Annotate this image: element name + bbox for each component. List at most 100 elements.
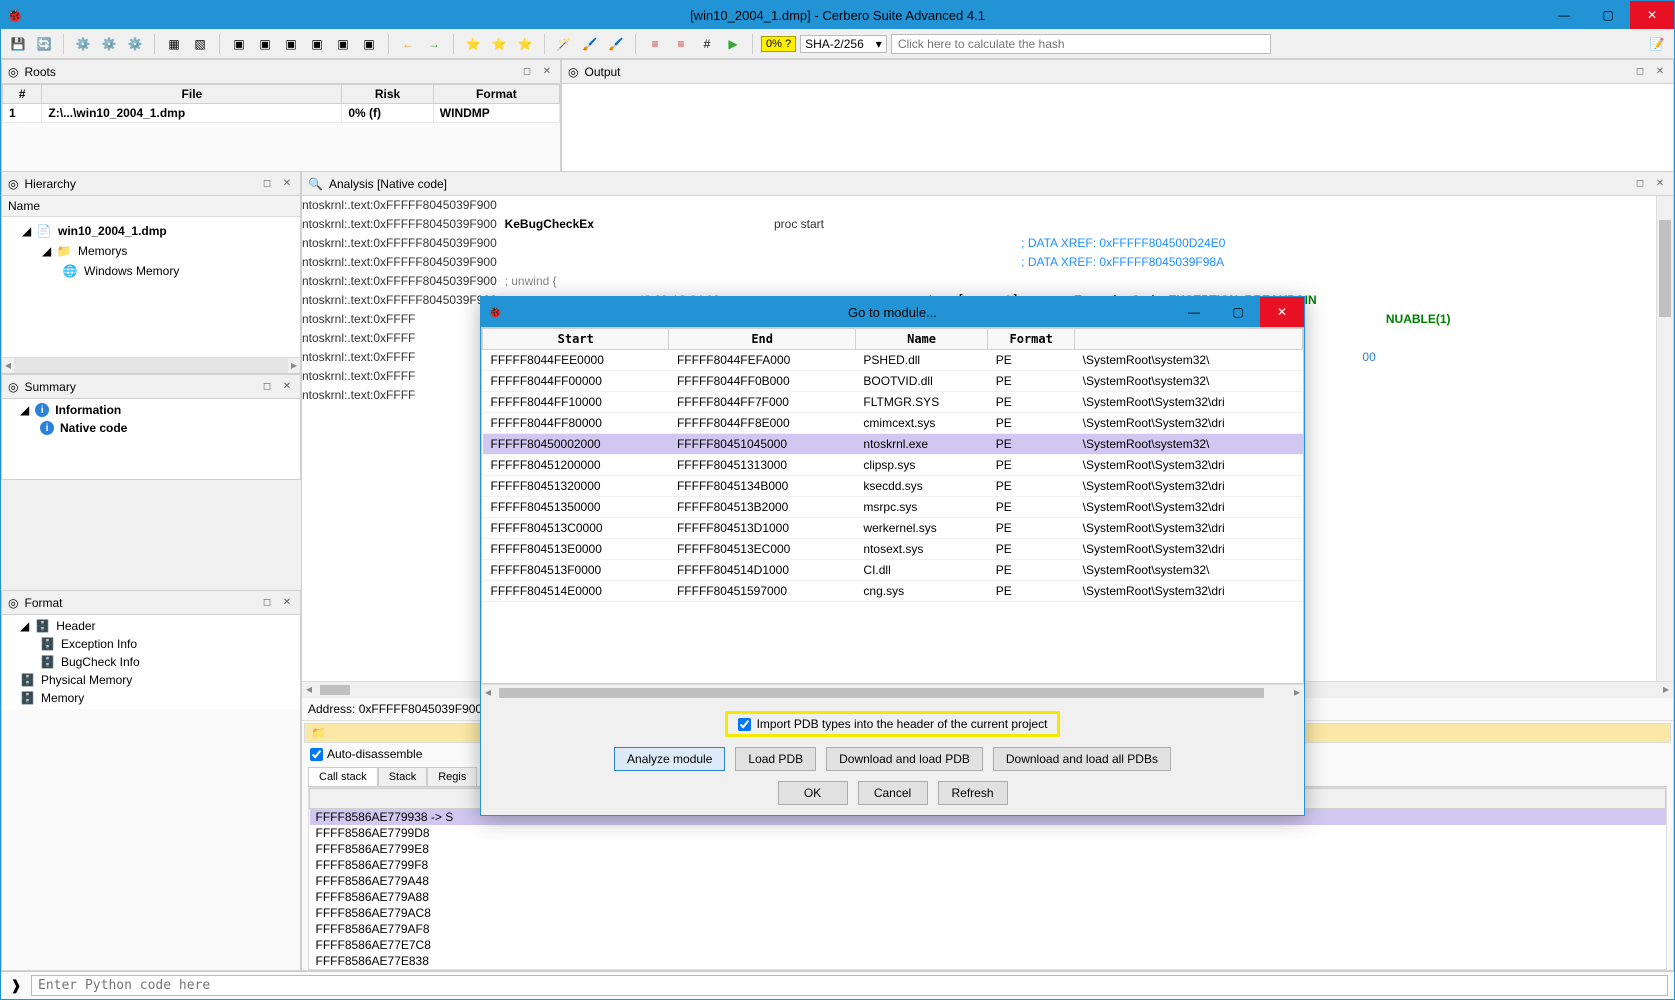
layout-2-icon[interactable]: ▧: [189, 33, 211, 55]
roots-row[interactable]: 1 Z:\...\win10_2004_1.dmp 0% (f) WINDMP: [3, 104, 560, 123]
module-row[interactable]: FFFFF8044FF00000FFFFF8044FF0B000BOOTVID.…: [483, 371, 1303, 392]
stack-row[interactable]: FFFF8586AE779A88: [310, 889, 1666, 905]
search-icon[interactable]: 🔍: [308, 177, 323, 191]
module-row[interactable]: FFFFF804514E0000FFFFF80451597000cng.sysP…: [483, 581, 1303, 602]
module-row[interactable]: FFFFF80450002000FFFFF80451045000ntoskrnl…: [483, 434, 1303, 455]
module-row[interactable]: FFFFF804513C0000FFFFF804513D1000werkerne…: [483, 518, 1303, 539]
minimize-button[interactable]: —: [1542, 1, 1586, 29]
save-icon[interactable]: 💾: [7, 33, 29, 55]
stack-row[interactable]: FFFF8586AE77E7C8: [310, 937, 1666, 953]
download-load-pdb-button[interactable]: Download and load PDB: [826, 747, 983, 771]
panel-5-icon[interactable]: ▣: [332, 33, 354, 55]
module-row[interactable]: FFFFF80451350000FFFFF804513B2000msrpc.sy…: [483, 497, 1303, 518]
module-row[interactable]: FFFFF804513E0000FFFFF804513EC000ntosext.…: [483, 539, 1303, 560]
format-bugcheck[interactable]: 🗄️BugCheck Info: [4, 653, 298, 671]
undock-icon[interactable]: ◻: [1633, 177, 1647, 191]
panel-1-icon[interactable]: ▣: [228, 33, 250, 55]
close-panel-icon[interactable]: ✕: [1653, 65, 1667, 79]
gear-icon[interactable]: ⚙️: [72, 33, 94, 55]
panel-4-icon[interactable]: ▣: [306, 33, 328, 55]
star-1-icon[interactable]: ⭐: [462, 33, 484, 55]
stack-row[interactable]: FFFF8586AE779A48: [310, 873, 1666, 889]
brush-2-icon[interactable]: 🖌️: [605, 33, 627, 55]
stack-row[interactable]: FFFF8586AE779AC8: [310, 905, 1666, 921]
download-all-pdb-button[interactable]: Download and load all PDBs: [993, 747, 1171, 771]
stack-row[interactable]: FFFF8586AE7799F8: [310, 857, 1666, 873]
close-panel-icon[interactable]: ✕: [280, 177, 294, 191]
back-icon[interactable]: ←: [397, 33, 419, 55]
summary-native-code[interactable]: i Native code: [4, 419, 298, 437]
col-name[interactable]: Name: [855, 329, 987, 350]
col-end[interactable]: End: [669, 329, 855, 350]
wand-icon[interactable]: 🪄: [553, 33, 575, 55]
star-2-icon[interactable]: ⭐: [488, 33, 510, 55]
dialog-minimize-button[interactable]: —: [1172, 297, 1216, 327]
col-file[interactable]: File: [42, 85, 342, 104]
tab-callstack[interactable]: Call stack: [308, 767, 378, 786]
python-input[interactable]: [31, 975, 1668, 996]
col-path[interactable]: [1075, 329, 1303, 350]
layout-1-icon[interactable]: ▦: [163, 33, 185, 55]
stack-row[interactable]: FFFF8586AE7799D8: [310, 825, 1666, 841]
import-pdb-checkbox[interactable]: [738, 718, 751, 731]
undock-icon[interactable]: ◻: [260, 596, 274, 610]
close-button[interactable]: ✕: [1630, 1, 1674, 29]
close-panel-icon[interactable]: ✕: [280, 380, 294, 394]
format-memory[interactable]: 🗄️Memory: [4, 689, 298, 707]
cancel-button[interactable]: Cancel: [858, 781, 928, 805]
col-format[interactable]: Format: [433, 85, 559, 104]
panel-6-icon[interactable]: ▣: [358, 33, 380, 55]
settings-doc-icon[interactable]: ⚙️: [124, 33, 146, 55]
star-3-icon[interactable]: ⭐: [514, 33, 536, 55]
hash-algo-combo[interactable]: SHA-2/256▾: [800, 35, 887, 53]
auto-disassemble-checkbox[interactable]: [310, 748, 323, 761]
tree-memorys[interactable]: ◢ 📁 Memorys: [6, 241, 296, 261]
dialog-maximize-button[interactable]: ▢: [1216, 297, 1260, 327]
close-panel-icon[interactable]: ✕: [280, 596, 294, 610]
hash-icon[interactable]: #: [696, 33, 718, 55]
note-icon[interactable]: 📝: [1646, 33, 1668, 55]
col-num[interactable]: #: [3, 85, 42, 104]
chevron-right-icon[interactable]: ❱: [7, 977, 25, 995]
bar-1-icon[interactable]: ≡: [644, 33, 666, 55]
stack-row[interactable]: FFFF8586AE779AF8: [310, 921, 1666, 937]
forward-icon[interactable]: →: [423, 33, 445, 55]
run-icon[interactable]: ▶: [722, 33, 744, 55]
format-header[interactable]: ◢🗄️Header: [4, 617, 298, 635]
stack-row[interactable]: FFFF8586AE7799E8: [310, 841, 1666, 857]
tab-regis[interactable]: Regis: [427, 767, 477, 786]
module-row[interactable]: FFFFF8044FF10000FFFFF8044FF7F000FLTMGR.S…: [483, 392, 1303, 413]
close-panel-icon[interactable]: ✕: [540, 65, 554, 79]
maximize-button[interactable]: ▢: [1586, 1, 1630, 29]
module-row[interactable]: FFFFF8044FF80000FFFFF8044FF8E000cmimcext…: [483, 413, 1303, 434]
reload-icon[interactable]: 🔄: [33, 33, 55, 55]
bar-2-icon[interactable]: ≡: [670, 33, 692, 55]
format-exception[interactable]: 🗄️Exception Info: [4, 635, 298, 653]
ok-button[interactable]: OK: [778, 781, 848, 805]
refresh-button[interactable]: Refresh: [938, 781, 1008, 805]
stack-row[interactable]: FFFF8586AE77E838: [310, 953, 1666, 969]
brush-icon[interactable]: 🖌️: [579, 33, 601, 55]
panel-3-icon[interactable]: ▣: [280, 33, 302, 55]
undock-icon[interactable]: ◻: [1633, 65, 1647, 79]
panel-2-icon[interactable]: ▣: [254, 33, 276, 55]
undock-icon[interactable]: ◻: [260, 380, 274, 394]
hash-input[interactable]: [891, 34, 1272, 54]
undock-icon[interactable]: ◻: [260, 177, 274, 191]
settings-add-icon[interactable]: ⚙️: [98, 33, 120, 55]
undock-icon[interactable]: ◻: [520, 65, 534, 79]
module-row[interactable]: FFFFF804513F0000FFFFF804514D1000CI.dllPE…: [483, 560, 1303, 581]
module-hscroll[interactable]: ◂ ▸: [481, 684, 1304, 701]
tree-root[interactable]: ◢ 📄 win10_2004_1.dmp: [6, 221, 296, 241]
col-start[interactable]: Start: [483, 329, 669, 350]
module-row[interactable]: FFFFF80451200000FFFFF80451313000clipsp.s…: [483, 455, 1303, 476]
col-risk[interactable]: Risk: [342, 85, 433, 104]
load-pdb-button[interactable]: Load PDB: [735, 747, 816, 771]
close-panel-icon[interactable]: ✕: [1653, 177, 1667, 191]
tab-stack[interactable]: Stack: [378, 767, 428, 786]
tree-windows-memory[interactable]: 🌐 Windows Memory: [6, 261, 296, 281]
format-physmem[interactable]: 🗄️Physical Memory: [4, 671, 298, 689]
hscroll[interactable]: ◂ ▸: [2, 357, 300, 373]
dialog-close-button[interactable]: ✕: [1260, 297, 1304, 327]
module-row[interactable]: FFFFF8044FEE0000FFFFF8044FEFA000PSHED.dl…: [483, 350, 1303, 371]
